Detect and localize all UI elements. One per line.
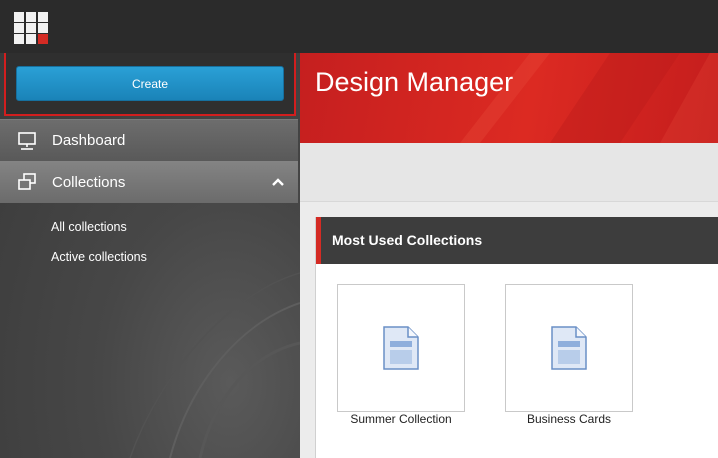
main-content: Design Manager Most Used Collections Sum… bbox=[300, 53, 718, 458]
document-icon bbox=[383, 326, 419, 370]
toolbar-band bbox=[300, 143, 718, 202]
sub-item-all-collections[interactable]: All collections bbox=[51, 220, 127, 234]
most-used-collections-panel: Most Used Collections Summer Collection … bbox=[315, 217, 718, 458]
page-title: Design Manager bbox=[315, 67, 514, 97]
collection-tile[interactable] bbox=[505, 284, 633, 412]
panel-title: Most Used Collections bbox=[332, 232, 483, 248]
presentation-board-icon bbox=[18, 132, 36, 150]
sidebar: Create Dashboard Collections All collect… bbox=[0, 53, 300, 458]
create-button[interactable]: Create bbox=[16, 66, 284, 101]
collection-tile-label[interactable]: Summer Collection bbox=[321, 412, 481, 426]
app-grid-icon[interactable] bbox=[14, 12, 48, 45]
chevron-up-icon[interactable] bbox=[270, 174, 286, 190]
nav-item-collections[interactable]: Collections bbox=[0, 161, 298, 203]
hero-banner: Design Manager bbox=[300, 53, 718, 143]
panel-header: Most Used Collections bbox=[316, 217, 718, 264]
document-icon bbox=[551, 326, 587, 370]
top-bar bbox=[0, 0, 718, 53]
nav-item-label: Collections bbox=[52, 173, 126, 191]
nav-item-label: Dashboard bbox=[52, 132, 126, 149]
create-highlight: Create bbox=[4, 53, 296, 116]
collections-icon bbox=[18, 173, 36, 190]
nav-item-dashboard[interactable]: Dashboard bbox=[0, 119, 298, 161]
collection-tile-label[interactable]: Business Cards bbox=[489, 412, 649, 426]
collection-tile[interactable] bbox=[337, 284, 465, 412]
sub-item-active-collections[interactable]: Active collections bbox=[51, 250, 147, 264]
